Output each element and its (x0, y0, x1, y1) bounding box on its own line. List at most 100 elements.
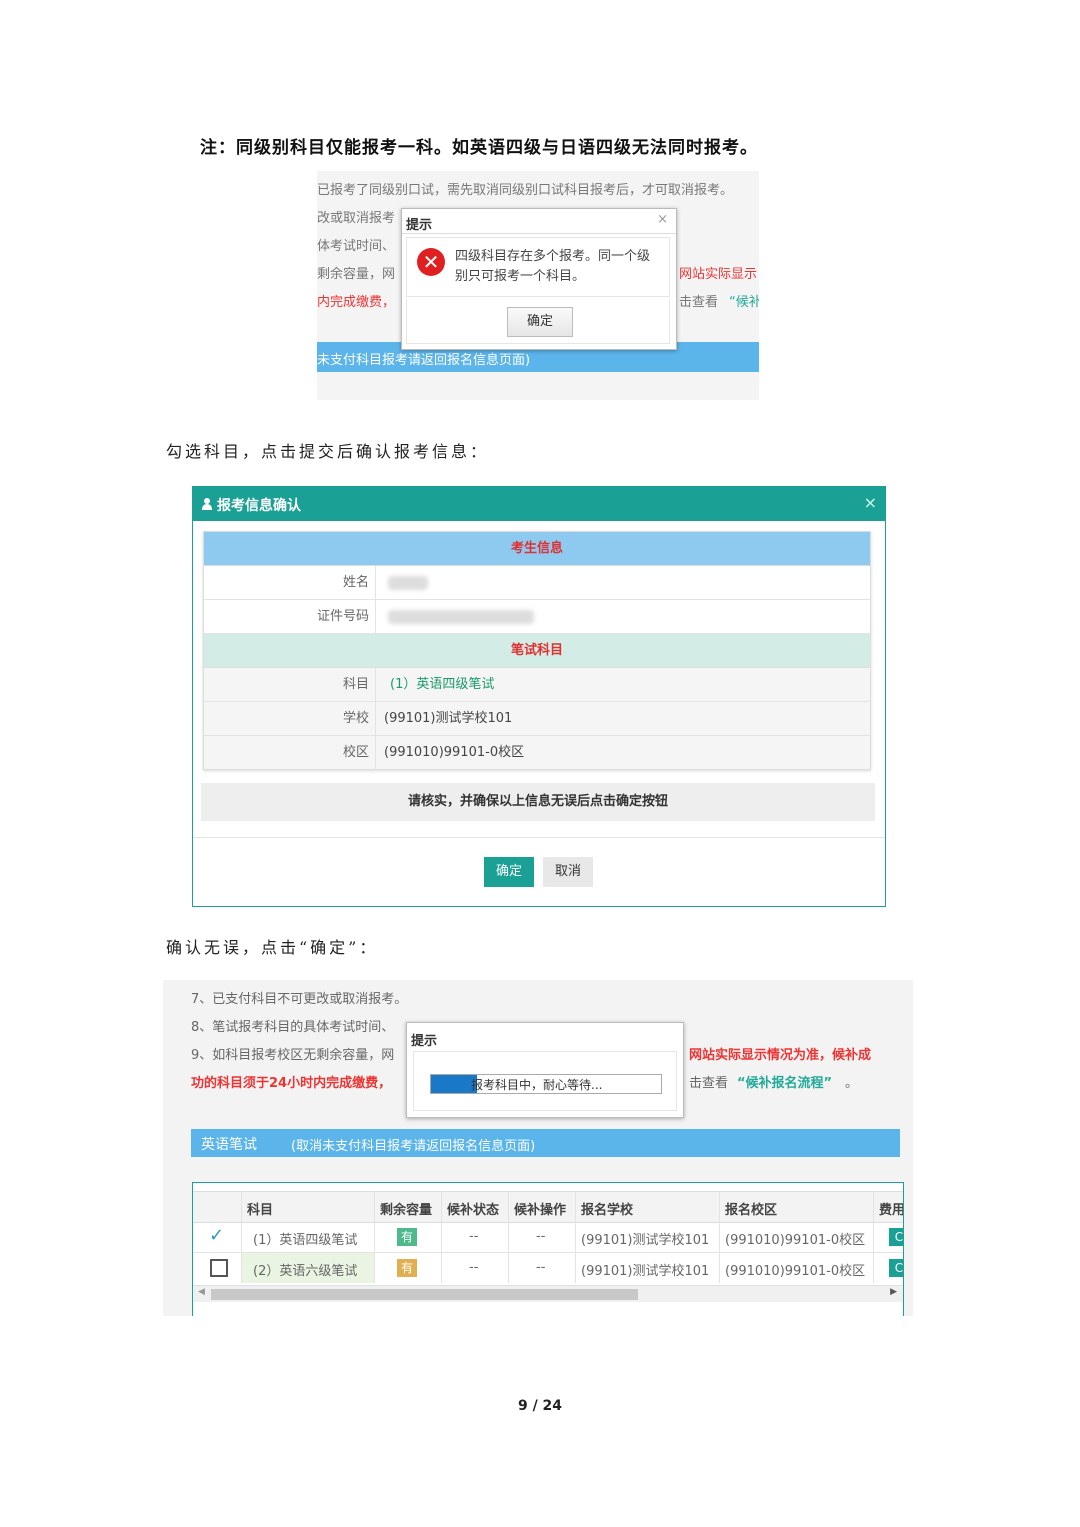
progress-dialog: 提示 报考科目中，耐心等待... (406, 1022, 684, 1118)
dialog-footer: 确定 (406, 299, 670, 344)
user-icon (202, 498, 212, 510)
modal-titlebar: 报考信息确认 × (193, 487, 885, 521)
notice-line: 内完成缴费， (317, 295, 396, 310)
confirm-prompt: 请核实，并确保以上信息无误后点击确定按钮 (201, 783, 875, 821)
section-title: 英语笔试 (201, 1137, 257, 1153)
scroll-thumb[interactable] (211, 1289, 638, 1300)
fee-badge: C (889, 1228, 903, 1246)
action-cell: -- (536, 1260, 546, 1275)
subject-label: 科目 (204, 668, 376, 701)
screenshot-registering: 7、已支付科目不可更改或取消报考。 8、笔试报考科目的具体考试时间、 9、如科目… (163, 980, 913, 1316)
section-student-header: 考生信息 (204, 532, 870, 566)
progress-text: 报考科目中，耐心等待... (471, 1078, 603, 1092)
school-value: (99101)测试学校101 (384, 711, 513, 726)
action-cell: -- (536, 1229, 546, 1244)
dialog-body: ✕ 四级科目存在多个报考。同一个级别只可报考一个科目。 (406, 237, 670, 297)
blurred-name (388, 576, 428, 590)
row-school: 学校 (99101)测试学校101 (204, 702, 870, 736)
page-number: 9 / 24 (517, 1398, 563, 1414)
capacity-badge: 有 (397, 1228, 417, 1246)
ok-button[interactable]: 确定 (484, 857, 534, 887)
subject-cell: (1）英语四级笔试 (253, 1233, 358, 1248)
school-cell: (99101)测试学校101 (581, 1233, 710, 1248)
step-text: 勾选科目，点击提交后确认报考信息： (166, 442, 490, 461)
row-campus: 校区 (991010)99101-0校区 (204, 736, 870, 769)
notice-line: 7、已支付科目不可更改或取消报考。 (191, 992, 408, 1007)
scroll-right-icon[interactable]: ▶ (890, 1287, 897, 1297)
header-school: 报名学校 (581, 1203, 634, 1218)
modal-title: 报考信息确认 (217, 498, 301, 514)
notice-line: 9、如科目报考校区无剩余容量，网 (191, 1048, 395, 1063)
dialog-header: 提示 × (402, 209, 676, 234)
row-name: 姓名 (204, 566, 870, 600)
section-bar-text: 未支付科目报考请返回报名信息页面) (317, 353, 531, 368)
header-action: 候补操作 (514, 1203, 567, 1218)
dialog-message: 四级科目存在多个报考。同一个级别只可报考一个科目。 (455, 249, 651, 284)
dialog-title: 提示 (411, 1034, 438, 1049)
period: 。 (845, 1076, 859, 1091)
notice-line: 剩余容量，网 (317, 267, 396, 282)
header-campus: 报名校区 (725, 1203, 778, 1218)
capacity-badge: 有 (397, 1259, 417, 1277)
notice-red-text: 网站实际显示情况为准，候补成 (689, 1048, 872, 1063)
notice-line: 体考试时间、 (317, 239, 396, 254)
school-cell: (99101)测试学校101 (581, 1264, 710, 1279)
confirm-info-modal: 报考信息确认 × 考生信息 姓名 证件号码 笔试科目 科目 (1）英语四级笔试 … (192, 486, 886, 907)
step-text: 确认无误，点击“确定”： (166, 938, 379, 957)
capacity-cell: 有 (397, 1259, 417, 1277)
close-icon[interactable]: × (864, 493, 877, 512)
notice-line: 已报考了同级别口试，需先取消同级别口试科目报考后，才可取消报考。 (317, 183, 734, 198)
scroll-left-icon[interactable]: ◀ (198, 1287, 205, 1297)
header-fee: 费用 (879, 1203, 904, 1218)
progress-bar: 报考科目中，耐心等待... (430, 1074, 662, 1094)
notice-red-text: 网站实际显示 (679, 267, 758, 282)
notice-link-prefix: 击查看 (679, 295, 719, 310)
school-label: 学校 (204, 702, 376, 735)
close-icon[interactable]: × (657, 212, 668, 227)
campus-cell: (991010)99101-0校区 (725, 1264, 866, 1279)
error-icon: ✕ (417, 248, 445, 276)
fee-cell: C (889, 1259, 903, 1277)
notice-line: 8、笔试报考科目的具体考试时间、 (191, 1020, 395, 1035)
checkbox[interactable] (210, 1259, 228, 1277)
dialog-title: 提示 (406, 218, 433, 233)
status-cell: -- (469, 1260, 479, 1275)
waitlist-flow-link[interactable]: “候补报名流程” (737, 1072, 832, 1091)
header-capacity: 剩余容量 (380, 1203, 433, 1218)
notice-link-prefix: 击查看 (689, 1076, 729, 1091)
fee-cell: C (889, 1228, 903, 1246)
screenshot-duplicate-level-error: 已报考了同级别口试，需先取消同级别口试科目报考后，才可取消报考。 改或取消报考 … (317, 171, 759, 400)
header-status: 候补状态 (447, 1203, 500, 1218)
ok-button[interactable]: 确定 (507, 307, 573, 337)
row-id: 证件号码 (204, 600, 870, 634)
error-dialog: 提示 × ✕ 四级科目存在多个报考。同一个级别只可报考一个科目。 确定 (401, 208, 677, 350)
dialog-body: 报考科目中，耐心等待... (413, 1051, 677, 1111)
table-row: (2）英语六级笔试 有 -- -- (99101)测试学校101 (991010… (193, 1253, 903, 1283)
subject-cell: (2）英语六级笔试 (253, 1264, 358, 1279)
cancel-button[interactable]: 取消 (543, 857, 593, 887)
subject-value: (1）英语四级笔试 (390, 677, 495, 692)
campus-value: (991010)99101-0校区 (384, 745, 525, 760)
id-label: 证件号码 (204, 600, 376, 633)
checkmark-icon[interactable]: ✓ (209, 1225, 224, 1246)
fee-badge: C (889, 1259, 903, 1277)
row-subject: 科目 (1）英语四级笔试 (204, 668, 870, 702)
horizontal-scrollbar[interactable]: ◀ ▶ (193, 1285, 903, 1302)
info-table: 考生信息 姓名 证件号码 笔试科目 科目 (1）英语四级笔试 学校 (99101… (203, 531, 871, 770)
section-subject-header: 笔试科目 (204, 634, 870, 668)
blurred-id (388, 610, 534, 624)
section-note: (取消未支付科目报考请返回报名信息页面) (291, 1139, 536, 1154)
note-text: 注：同级别科目仅能报考一科。如英语四级与日语四级无法同时报考。 (200, 138, 758, 158)
subject-table: 科目 剩余容量 候补状态 候补操作 报名学校 报名校区 费用 ✓ (1）英语四级… (192, 1182, 904, 1316)
notice-line: 改或取消报考 (317, 211, 396, 226)
name-label: 姓名 (204, 566, 376, 599)
status-cell: -- (469, 1229, 479, 1244)
waitlist-link[interactable]: “候补 (729, 291, 759, 310)
notice-red-text: 功的科目须于24小时内完成缴费， (191, 1076, 392, 1091)
section-bar: 英语笔试 (取消未支付科目报考请返回报名信息页面) (191, 1129, 900, 1157)
header-subject: 科目 (247, 1203, 274, 1218)
capacity-cell: 有 (397, 1228, 417, 1246)
table-header: 科目 剩余容量 候补状态 候补操作 报名学校 报名校区 费用 (193, 1191, 904, 1223)
campus-label: 校区 (204, 736, 376, 769)
divider (193, 837, 885, 838)
